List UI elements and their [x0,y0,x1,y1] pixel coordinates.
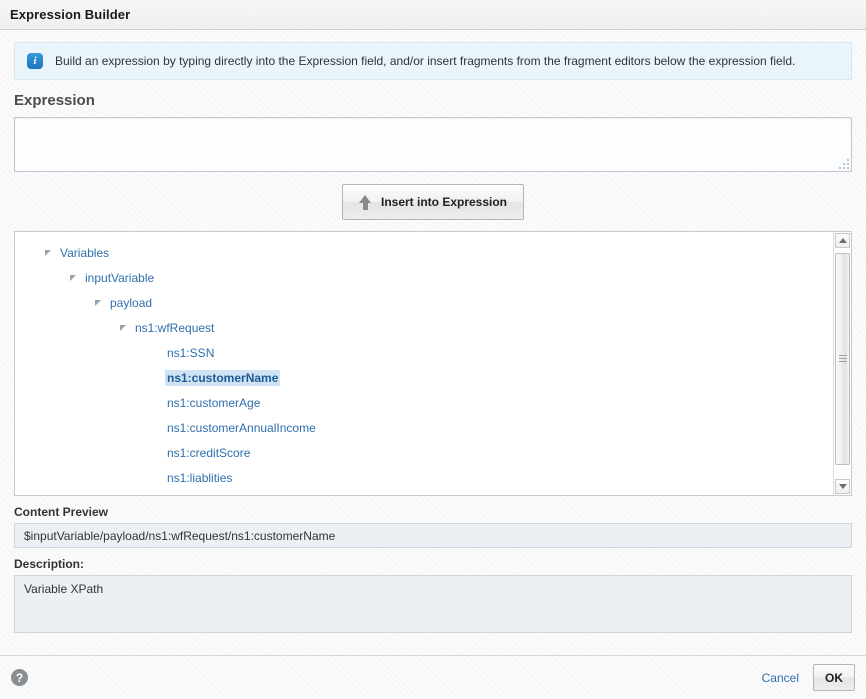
expression-input[interactable] [15,118,851,171]
expression-builder-dialog: Expression Builder i Build an expression… [0,0,866,699]
tree-item-label: ns1:customerAnnualIncome [165,420,318,436]
variables-tree-panel: Variables inputVariable payload ns1:wfReque… [14,231,852,496]
tree-item-label: ns1:liablities [165,470,234,486]
insert-button-row: Insert into Expression [14,184,852,220]
tree-indent-spacer [145,352,158,353]
tree-item[interactable]: ns1:creditScore [15,440,833,465]
tree-item-label: ns1:customerAge [165,395,262,411]
dialog-titlebar: Expression Builder [0,0,866,30]
tree-vertical-scrollbar[interactable] [833,232,851,495]
tree-item[interactable]: ns1:customerAnnualIncome [15,415,833,440]
content-preview-label: Content Preview [14,505,852,519]
insert-into-expression-button[interactable]: Insert into Expression [342,184,524,220]
tree-item-label: ns1:wfRequest [133,320,216,336]
tree-indent-spacer [145,452,158,453]
scroll-down-arrow-icon [839,484,847,489]
tree-indent-spacer [145,377,158,378]
cancel-button[interactable]: Cancel [762,671,799,685]
tree-item-label: inputVariable [83,270,156,286]
scrollbar-thumb[interactable] [835,253,850,465]
description-value: Variable XPath [14,575,852,633]
dialog-body: i Build an expression by typing directly… [0,30,866,655]
scroll-down-button[interactable] [835,479,850,494]
tree-item[interactable]: payload [15,290,833,315]
description-label: Description: [14,557,852,571]
tree-item-label: ns1:SSN [165,345,216,361]
dialog-title: Expression Builder [10,7,130,22]
tree-item[interactable]: ns1:liablities [15,465,833,490]
help-icon[interactable]: ? [11,669,28,686]
insert-button-label: Insert into Expression [381,195,507,209]
expression-heading: Expression [14,92,852,109]
tree-item[interactable]: ns1:SSN [15,340,833,365]
info-banner-text: Build an expression by typing directly i… [55,54,795,68]
tree-expand-toggle-icon[interactable] [120,325,126,331]
content-preview-value: $inputVariable/payload/ns1:wfRequest/ns1… [14,523,852,548]
variables-tree-list[interactable]: Variables inputVariable payload ns1:wfReque… [15,232,833,495]
tree-expand-toggle-icon[interactable] [70,275,76,281]
tree-item[interactable]: ns1:wfRequest [15,315,833,340]
scroll-up-arrow-icon [839,238,847,243]
tree-item[interactable]: Variables [15,240,833,265]
tree-indent-spacer [145,402,158,403]
tree-item[interactable]: inputVariable [15,265,833,290]
tree-item-label: ns1:creditScore [165,445,252,461]
tree-expand-toggle-icon[interactable] [95,300,101,306]
tree-item-label: Variables [58,245,111,261]
up-arrow-icon [359,195,372,210]
tree-expand-toggle-icon[interactable] [45,250,51,256]
tree-indent-spacer [145,477,158,478]
tree-item-label: payload [108,295,154,311]
expression-field-wrapper [14,117,852,172]
tree-item-label: ns1:customerName [165,370,280,386]
ok-button[interactable]: OK [813,664,855,691]
info-icon: i [27,53,43,69]
scroll-up-button[interactable] [835,233,850,248]
dialog-footer: ? Cancel OK [0,655,866,699]
scrollbar-grip-icon [839,355,847,363]
tree-item[interactable]: ns1:customerName [15,365,833,390]
tree-item[interactable]: ns1:customerAge [15,390,833,415]
tree-indent-spacer [145,427,158,428]
info-banner: i Build an expression by typing directly… [14,42,852,80]
